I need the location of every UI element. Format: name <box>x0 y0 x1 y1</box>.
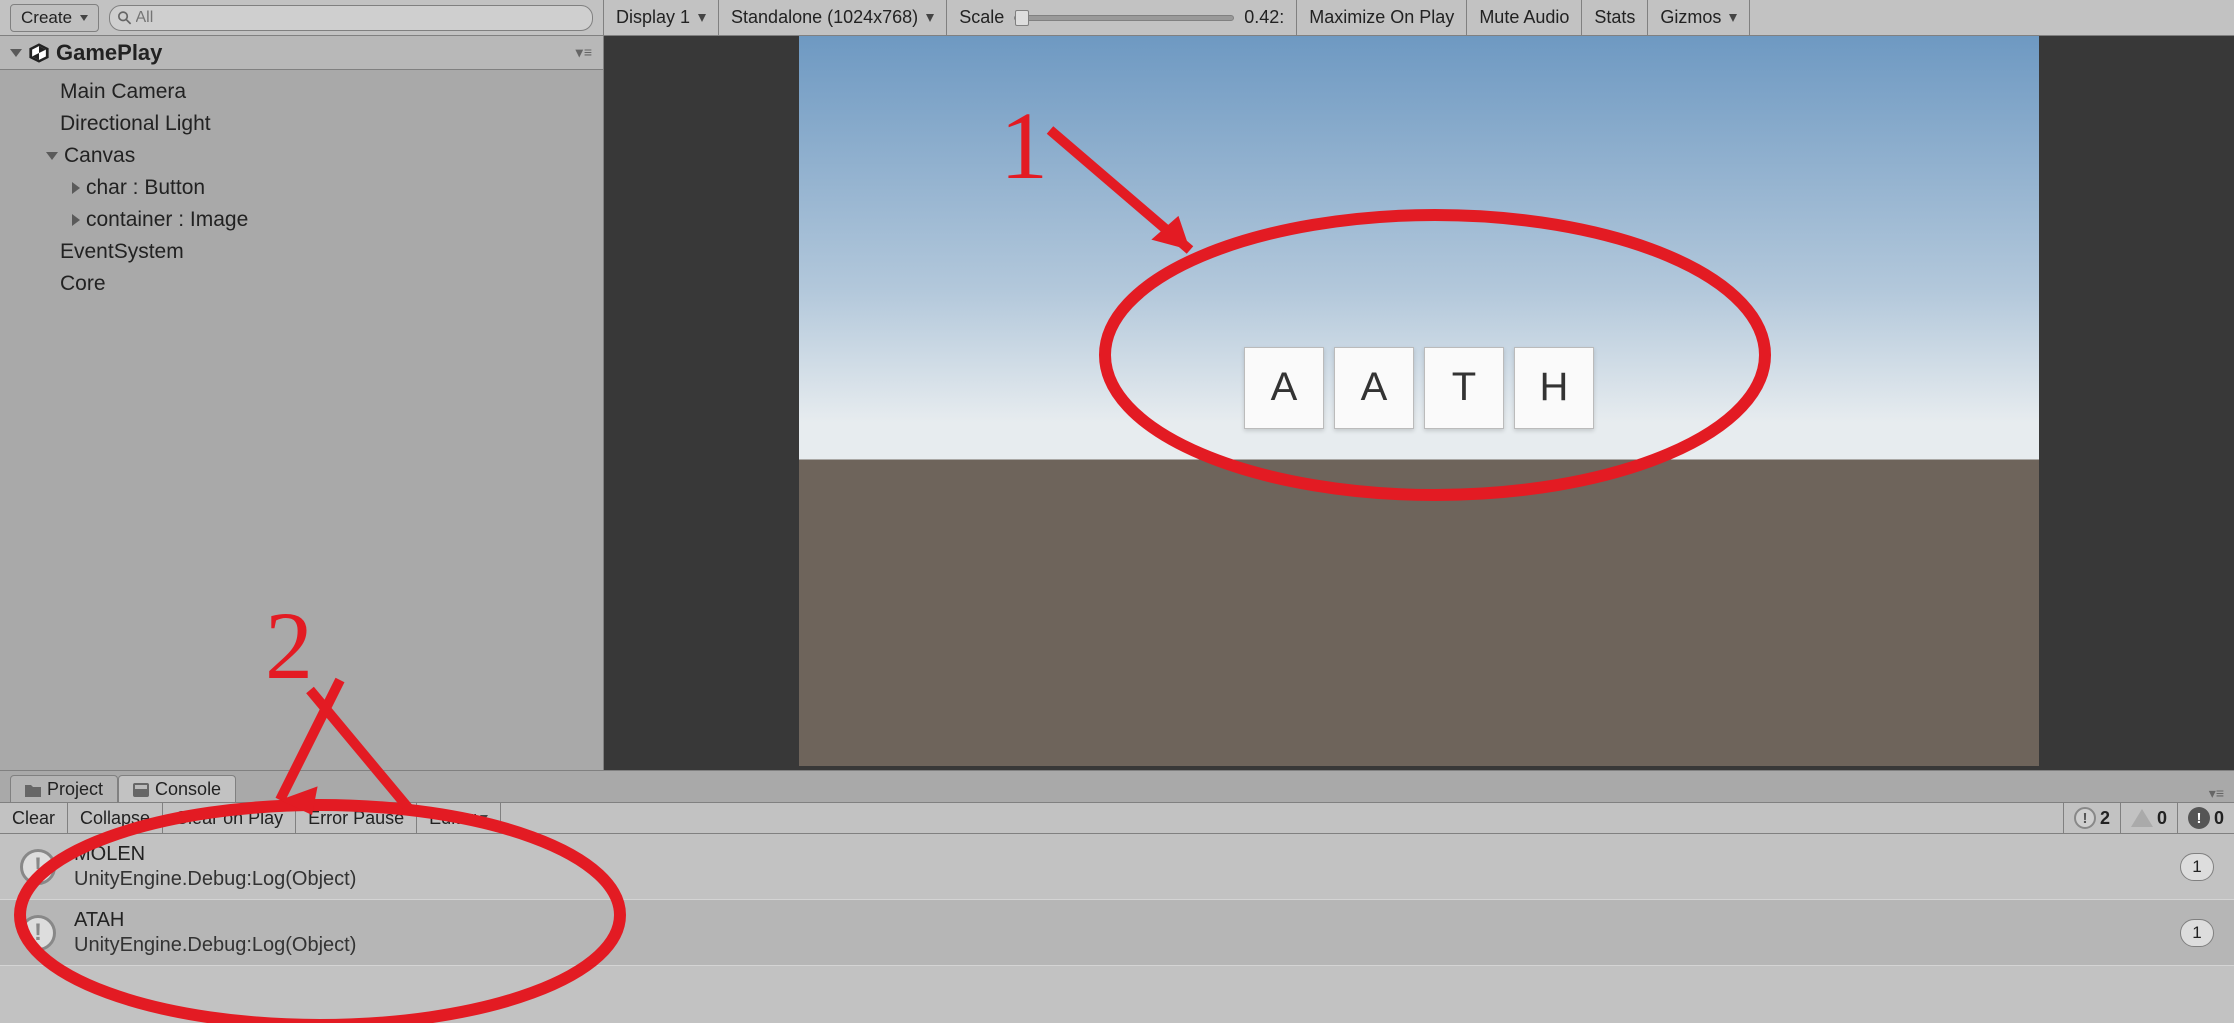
scene-name: GamePlay <box>56 40 162 66</box>
expand-icon <box>72 182 80 194</box>
hierarchy-item[interactable]: Canvas <box>0 140 603 172</box>
scene-menu-icon[interactable]: ▾≡ <box>576 44 593 61</box>
bottom-tabs: Project Console ▾≡ <box>0 770 2234 802</box>
game-toolbar: Display 1 Standalone (1024x768) Scale 0.… <box>604 0 2234 36</box>
display-dropdown[interactable]: Display 1 <box>604 0 719 35</box>
warn-count: 0 <box>2157 808 2167 829</box>
scene-foldout-icon <box>10 49 22 57</box>
letter-card[interactable]: T <box>1424 347 1504 429</box>
hierarchy-toolbar: Create <box>0 0 603 36</box>
folder-icon <box>25 783 41 797</box>
expand-icon <box>46 152 58 160</box>
gizmos-dropdown[interactable]: Gizmos <box>1648 0 1750 35</box>
scene-header[interactable]: GamePlay ▾≡ <box>0 36 603 70</box>
error-count-toggle[interactable]: ! 0 <box>2177 803 2234 833</box>
clear-button[interactable]: Clear <box>0 803 68 833</box>
console-entries: ! MOLENUnityEngine.Debug:Log(Object) 1! ATA… <box>0 834 2234 1023</box>
dropdown-icon <box>1729 14 1737 30</box>
console-entry-text: MOLENUnityEngine.Debug:Log(Object) <box>74 842 356 892</box>
resolution-dropdown[interactable]: Standalone (1024x768) <box>719 0 947 35</box>
console-entry-text: ATAHUnityEngine.Debug:Log(Object) <box>74 908 356 958</box>
dropdown-icon <box>926 14 934 30</box>
expand-icon <box>72 214 80 226</box>
scale-knob[interactable] <box>1015 10 1029 26</box>
tab-project-label: Project <box>47 779 103 800</box>
console-icon <box>133 783 149 797</box>
hierarchy-item-label: EventSystem <box>60 240 184 264</box>
hierarchy-search-input[interactable] <box>136 9 585 27</box>
hierarchy-item[interactable]: Core <box>0 268 603 300</box>
console-entry[interactable]: ! ATAHUnityEngine.Debug:Log(Object) 1 <box>0 900 2234 966</box>
hierarchy-item[interactable]: Directional Light <box>0 108 603 140</box>
error-pause-toggle[interactable]: Error Pause <box>296 803 417 833</box>
console-toolbar: Clear Collapse Clear on Play Error Pause… <box>0 802 2234 834</box>
game-render: AATH <box>799 36 2039 766</box>
editor-dropdown[interactable]: Editor <box>417 803 501 833</box>
clear-on-play-toggle[interactable]: Clear on Play <box>163 803 296 833</box>
console-counts: ! 2 0 ! 0 <box>2063 803 2234 833</box>
console-entry-count: 1 <box>2180 853 2214 881</box>
letter-card[interactable]: H <box>1514 347 1594 429</box>
hierarchy-item-label: char : Button <box>86 176 205 200</box>
warning-icon <box>2131 809 2153 827</box>
hierarchy-item[interactable]: EventSystem <box>0 236 603 268</box>
warn-count-toggle[interactable]: 0 <box>2120 803 2177 833</box>
hierarchy-item-label: container : Image <box>86 208 248 232</box>
unity-logo-icon <box>28 42 50 64</box>
mute-audio-toggle[interactable]: Mute Audio <box>1467 0 1582 35</box>
hierarchy-item-label: Directional Light <box>60 112 211 136</box>
tab-console[interactable]: Console <box>118 775 236 803</box>
scale-slider[interactable] <box>1014 15 1234 21</box>
collapse-toggle[interactable]: Collapse <box>68 803 163 833</box>
scale-value: 0.42: <box>1244 7 1284 28</box>
hierarchy-panel: Create GamePlay ▾≡ Main Camera Directiona… <box>0 0 604 770</box>
create-dropdown[interactable]: Create <box>10 4 99 32</box>
hierarchy-item[interactable]: container : Image <box>0 204 603 236</box>
console-entry[interactable]: ! MOLENUnityEngine.Debug:Log(Object) 1 <box>0 834 2234 900</box>
hierarchy-search[interactable] <box>109 5 593 31</box>
create-label: Create <box>21 8 72 28</box>
resolution-label: Standalone (1024x768) <box>731 7 918 28</box>
scale-control: Scale 0.42: <box>947 0 1297 35</box>
letter-card[interactable]: A <box>1334 347 1414 429</box>
info-icon: ! <box>2074 807 2096 829</box>
hierarchy-item-label: Main Camera <box>60 80 186 104</box>
search-icon <box>118 11 131 25</box>
letter-row: AATH <box>1244 347 1594 429</box>
hierarchy-item-label: Canvas <box>64 144 135 168</box>
letter-card[interactable]: A <box>1244 347 1324 429</box>
hierarchy-item[interactable]: char : Button <box>0 172 603 204</box>
hierarchy-item-label: Core <box>60 272 106 296</box>
info-count-toggle[interactable]: ! 2 <box>2063 803 2120 833</box>
tab-project[interactable]: Project <box>10 775 118 803</box>
info-icon: ! <box>20 915 56 951</box>
panel-menu-icon[interactable]: ▾≡ <box>2209 785 2224 802</box>
console-entry-count: 1 <box>2180 919 2214 947</box>
game-view-panel: Display 1 Standalone (1024x768) Scale 0.… <box>604 0 2234 770</box>
display-label: Display 1 <box>616 7 690 28</box>
tab-console-label: Console <box>155 779 221 800</box>
dropdown-icon <box>698 14 706 30</box>
maximize-on-play-toggle[interactable]: Maximize On Play <box>1297 0 1467 35</box>
game-viewport: AATH <box>604 36 2234 770</box>
hierarchy-item[interactable]: Main Camera <box>0 76 603 108</box>
scale-label: Scale <box>959 7 1004 28</box>
hierarchy-tree: Main Camera Directional Light Canvas char :… <box>0 70 603 770</box>
info-icon: ! <box>20 849 56 885</box>
stats-toggle[interactable]: Stats <box>1582 0 1648 35</box>
error-icon: ! <box>2188 807 2210 829</box>
error-count: 0 <box>2214 808 2224 829</box>
info-count: 2 <box>2100 808 2110 829</box>
